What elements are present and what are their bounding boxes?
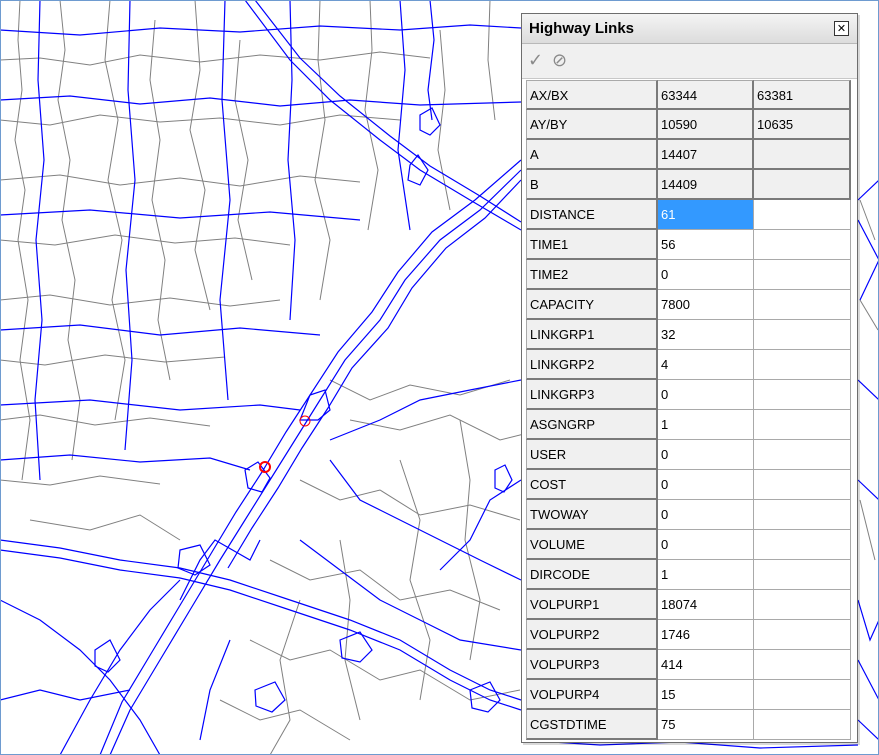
value-a-cell: 63344	[658, 80, 754, 110]
value-b-cell[interactable]	[754, 530, 851, 560]
attribute-row: VOLUME 0	[526, 530, 851, 560]
attribute-row: TIME1 56	[526, 230, 851, 260]
value-b-cell[interactable]	[754, 350, 851, 380]
field-name-cell: LINKGRP2	[526, 350, 658, 380]
field-name-cell: VOLPURP3	[526, 650, 658, 680]
attribute-row: LINKGRP1 32	[526, 320, 851, 350]
value-b-cell[interactable]	[754, 230, 851, 260]
value-b-cell[interactable]	[754, 260, 851, 290]
value-a-cell[interactable]: 0	[658, 530, 754, 560]
attribute-row: CAPACITY 7800	[526, 290, 851, 320]
attribute-row: ASGNGRP 1	[526, 410, 851, 440]
field-name-cell: A	[526, 140, 658, 170]
value-a-cell[interactable]: 1	[658, 560, 754, 590]
title-bar[interactable]: Highway Links ✕	[522, 14, 857, 44]
highway-links-window: Highway Links ✕ ✓ ⊘ AX/BX 63344 63381 AY/BY…	[521, 13, 858, 743]
field-name-cell: TWOWAY	[526, 500, 658, 530]
window-title: Highway Links	[529, 20, 635, 37]
value-a-cell[interactable]: 0	[658, 470, 754, 500]
value-a-cell[interactable]: 75	[658, 710, 754, 740]
attribute-row: TIME2 0	[526, 260, 851, 290]
attribute-row: USER 0	[526, 440, 851, 470]
value-b-cell[interactable]	[754, 200, 851, 230]
field-name-cell: LINKGRP3	[526, 380, 658, 410]
value-a-cell[interactable]: 18074	[658, 590, 754, 620]
value-a-cell[interactable]: 0	[658, 440, 754, 470]
field-name-cell: DIRCODE	[526, 560, 658, 590]
attribute-row: A 14407	[526, 140, 851, 170]
attribute-grid: AX/BX 63344 63381 AY/BY 10590 10635 A 14407 B 144…	[526, 80, 851, 740]
field-name-cell: ASGNGRP	[526, 410, 658, 440]
value-b-cell[interactable]	[754, 710, 851, 740]
field-name-cell: VOLPURP1	[526, 590, 658, 620]
value-a-cell[interactable]: 15	[658, 680, 754, 710]
value-b-cell[interactable]	[754, 680, 851, 710]
value-a-cell[interactable]: 0	[658, 380, 754, 410]
field-name-cell: TIME2	[526, 260, 658, 290]
value-a-cell[interactable]: 0	[658, 500, 754, 530]
value-a-cell[interactable]: 32	[658, 320, 754, 350]
value-a-cell[interactable]: 7800	[658, 290, 754, 320]
attribute-row: DISTANCE 61	[526, 200, 851, 230]
field-name-cell: TIME1	[526, 230, 658, 260]
field-name-cell: USER	[526, 440, 658, 470]
value-a-cell: 10590	[658, 110, 754, 140]
value-b-cell[interactable]	[754, 380, 851, 410]
value-b-cell[interactable]	[754, 620, 851, 650]
attribute-row: LINKGRP3 0	[526, 380, 851, 410]
value-b-cell[interactable]	[754, 500, 851, 530]
attribute-row: VOLPURP4 15	[526, 680, 851, 710]
attribute-row: VOLPURP2 1746	[526, 620, 851, 650]
field-name-cell: CAPACITY	[526, 290, 658, 320]
field-name-cell: COST	[526, 470, 658, 500]
attribute-row: LINKGRP2 4	[526, 350, 851, 380]
attribute-row: TWOWAY 0	[526, 500, 851, 530]
value-b-cell[interactable]	[754, 590, 851, 620]
value-b-cell[interactable]	[754, 290, 851, 320]
value-b-cell[interactable]	[754, 440, 851, 470]
attribute-row: AX/BX 63344 63381	[526, 80, 851, 110]
field-name-cell: DISTANCE	[526, 200, 658, 230]
value-b-cell[interactable]	[754, 320, 851, 350]
checkmark-icon[interactable]: ✓	[528, 50, 543, 71]
value-a-cell: 14407	[658, 140, 754, 170]
toolbar: ✓ ⊘	[522, 44, 857, 79]
field-name-cell: VOLUME	[526, 530, 658, 560]
value-b-cell	[754, 140, 851, 170]
attribute-row: COST 0	[526, 470, 851, 500]
attribute-row: VOLPURP1 18074	[526, 590, 851, 620]
value-b-cell[interactable]	[754, 560, 851, 590]
value-a-cell[interactable]: 56	[658, 230, 754, 260]
value-a-cell[interactable]: 4	[658, 350, 754, 380]
attribute-row: DIRCODE 1	[526, 560, 851, 590]
value-b-cell[interactable]	[754, 650, 851, 680]
field-name-cell: AY/BY	[526, 110, 658, 140]
field-name-cell: LINKGRP1	[526, 320, 658, 350]
value-b-cell[interactable]	[754, 470, 851, 500]
no-edit-icon[interactable]: ⊘	[552, 50, 567, 71]
field-name-cell: CGSTDTIME	[526, 710, 658, 740]
field-name-cell: AX/BX	[526, 80, 658, 110]
attribute-row: AY/BY 10590 10635	[526, 110, 851, 140]
value-a-cell[interactable]: 0	[658, 260, 754, 290]
value-b-cell: 63381	[754, 80, 851, 110]
value-b-cell	[754, 170, 851, 200]
field-name-cell: B	[526, 170, 658, 200]
value-a-cell[interactable]: 61	[658, 200, 754, 230]
value-b-cell: 10635	[754, 110, 851, 140]
value-b-cell[interactable]	[754, 410, 851, 440]
close-icon[interactable]: ✕	[834, 21, 849, 36]
attribute-row: B 14409	[526, 170, 851, 200]
field-name-cell: VOLPURP4	[526, 680, 658, 710]
value-a-cell[interactable]: 1746	[658, 620, 754, 650]
attribute-row: CGSTDTIME 75	[526, 710, 851, 740]
value-a-cell[interactable]: 1	[658, 410, 754, 440]
value-a-cell: 14409	[658, 170, 754, 200]
field-name-cell: VOLPURP2	[526, 620, 658, 650]
value-a-cell[interactable]: 414	[658, 650, 754, 680]
attribute-row: VOLPURP3 414	[526, 650, 851, 680]
